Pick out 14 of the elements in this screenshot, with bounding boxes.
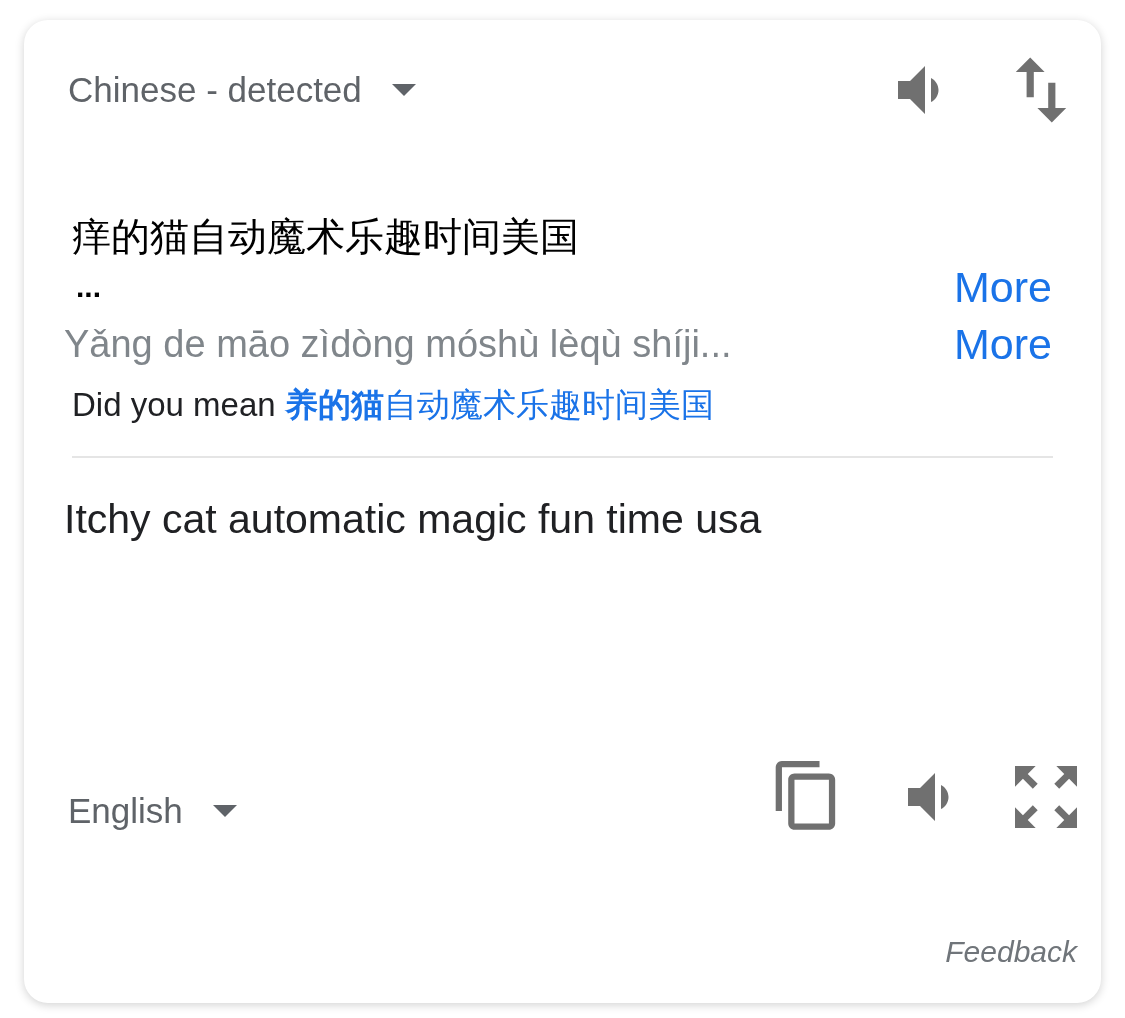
- source-language-dropdown[interactable]: Chinese - detected: [64, 70, 420, 110]
- feedback-link[interactable]: Feedback: [945, 935, 1077, 969]
- romanization-text: Yǎng de māo zìdòng móshù lèqù shíji...: [64, 322, 733, 366]
- suggestion-link[interactable]: 养的猫自动魔术乐趣时间美国: [284, 385, 714, 423]
- ellipsis: ...: [76, 270, 101, 305]
- fullscreen-icon[interactable]: [1015, 765, 1077, 828]
- translation-text: Itchy cat automatic magic fun time usa: [64, 495, 763, 543]
- more-link[interactable]: More: [954, 319, 1052, 369]
- caret-icon: [391, 84, 416, 96]
- did-you-mean-text: Did you mean 养的猫自动魔术乐趣时间美国: [72, 384, 715, 425]
- target-language-dropdown[interactable]: English: [64, 790, 241, 831]
- caret-icon: [212, 804, 237, 817]
- source-text: 痒的猫自动魔术乐趣时间美国: [72, 214, 580, 260]
- more-link[interactable]: More: [954, 262, 1052, 312]
